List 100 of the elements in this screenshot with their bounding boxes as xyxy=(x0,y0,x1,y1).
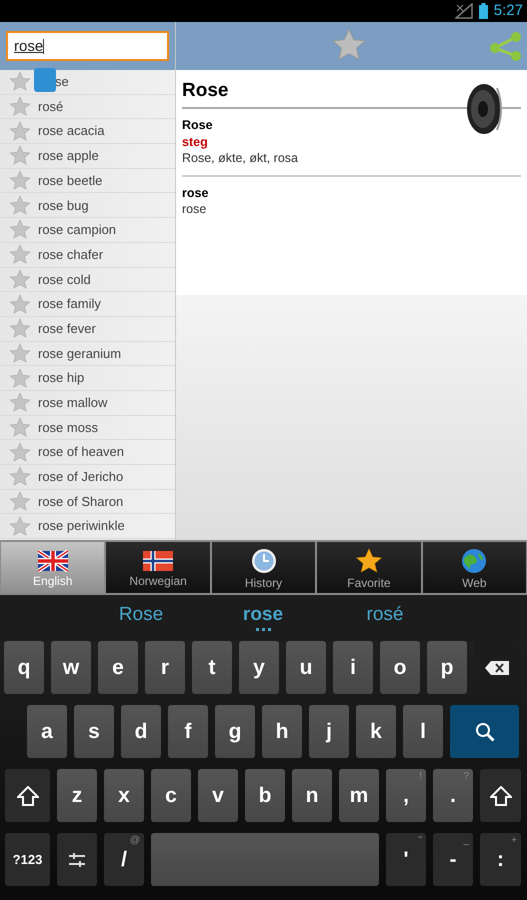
keyboard-key[interactable]: g xyxy=(215,705,255,758)
keyboard-key[interactable]: e xyxy=(98,641,138,694)
keyboard-key[interactable]: z xyxy=(57,769,97,822)
star-icon[interactable] xyxy=(9,170,31,192)
word-list-item[interactable]: rose campion xyxy=(0,218,175,243)
part-of-speech: steg xyxy=(182,134,209,150)
shift-key[interactable] xyxy=(5,769,50,822)
tab[interactable]: Web xyxy=(422,542,526,593)
keyboard-key[interactable]: n xyxy=(292,769,332,822)
word-list-item[interactable]: rose fever xyxy=(0,316,175,342)
star-icon[interactable] xyxy=(9,219,31,240)
backspace-icon xyxy=(485,660,509,674)
norway-flag-icon xyxy=(143,550,174,572)
keyboard-key[interactable]: d xyxy=(121,705,161,758)
word-list-item[interactable]: rose of Sharon xyxy=(0,490,175,514)
keyboard-key[interactable]: b xyxy=(245,769,285,822)
word-list-item[interactable]: rose hip xyxy=(0,366,175,391)
keyboard-key[interactable]: p xyxy=(427,641,467,694)
settings-key[interactable] xyxy=(57,833,97,886)
star-icon[interactable] xyxy=(9,416,31,438)
word-list-item[interactable]: rose chafer xyxy=(0,242,175,268)
signal-icon xyxy=(454,3,473,19)
keyboard-key[interactable]: k xyxy=(356,705,396,758)
keyboard-key[interactable]: j xyxy=(309,705,349,758)
tab[interactable]: Norwegian xyxy=(106,542,210,593)
star-icon[interactable] xyxy=(9,194,31,216)
word-list-item[interactable]: rose bug xyxy=(0,193,175,218)
word-list-item[interactable]: rose cold xyxy=(0,268,175,292)
star-icon[interactable] xyxy=(9,442,31,463)
keyboard-key[interactable]: c xyxy=(151,769,191,822)
word-list-item[interactable]: rose apple xyxy=(0,144,175,169)
keyboard-key[interactable]: , ! xyxy=(386,769,426,822)
word-list-item[interactable]: rose family xyxy=(0,292,175,317)
translation: rose xyxy=(182,201,208,218)
keyboard-key[interactable]: i xyxy=(333,641,373,694)
key-hint: @ xyxy=(130,835,140,847)
keyboard-key[interactable]: l xyxy=(403,705,443,758)
star-icon[interactable] xyxy=(9,244,31,266)
translation: Rose, økte, økt, rosa xyxy=(182,150,300,166)
star-icon[interactable] xyxy=(331,28,367,62)
star-icon[interactable] xyxy=(9,342,31,364)
keyboard-key[interactable]: r xyxy=(145,641,185,694)
headword: Rose xyxy=(182,117,214,134)
star-icon[interactable] xyxy=(9,392,31,414)
keyboard-key[interactable]: h xyxy=(262,705,302,758)
keyboard-key[interactable]: / @ xyxy=(104,833,144,886)
star-icon[interactable] xyxy=(9,71,31,92)
star-icon xyxy=(354,548,383,574)
suggestion[interactable]: rose xyxy=(202,604,324,632)
star-icon[interactable] xyxy=(9,491,31,512)
star-icon[interactable] xyxy=(9,516,31,537)
keyboard-key[interactable]: v xyxy=(198,769,238,822)
space-bar[interactable] xyxy=(151,833,379,886)
word-list-item[interactable]: rose of heaven xyxy=(0,440,175,465)
keyboard-key[interactable]: : + xyxy=(480,833,521,886)
word-list-item[interactable]: rose geranium xyxy=(0,342,175,366)
word-list-item[interactable]: rose beetle xyxy=(0,168,175,194)
word-list-item[interactable]: rose of Jericho xyxy=(0,465,175,490)
keyboard-key[interactable]: o xyxy=(380,641,420,694)
star-icon[interactable] xyxy=(9,318,31,340)
keyboard-key[interactable]: u xyxy=(286,641,326,694)
keyboard-key[interactable]: - _ xyxy=(433,833,473,886)
suggestion[interactable]: rosé xyxy=(324,604,446,632)
key-hint: + xyxy=(511,835,517,847)
star-icon[interactable] xyxy=(9,120,31,142)
text-cursor-handle[interactable] xyxy=(34,68,56,92)
keyboard-key[interactable]: . ? xyxy=(433,769,473,822)
keyboard-key[interactable]: a xyxy=(27,705,67,758)
keyboard-key[interactable]: t xyxy=(192,641,232,694)
keyboard-key[interactable]: y xyxy=(239,641,279,694)
keyboard-key[interactable]: m xyxy=(339,769,379,822)
word-list-item[interactable]: rose acacia xyxy=(0,119,175,144)
key-hint: " xyxy=(418,835,422,847)
keyboard-key[interactable]: ' " xyxy=(386,833,426,886)
star-icon[interactable] xyxy=(9,368,31,389)
keyboard-key[interactable]: s xyxy=(74,705,114,758)
tab[interactable]: History xyxy=(212,542,316,593)
shift-icon xyxy=(16,786,38,806)
star-icon[interactable] xyxy=(9,466,31,488)
share-icon[interactable] xyxy=(489,31,523,61)
suggestion[interactable]: Rose xyxy=(80,604,202,632)
tab[interactable]: Favorite xyxy=(317,542,421,593)
keyboard-key[interactable]: w xyxy=(51,641,91,694)
star-icon[interactable] xyxy=(9,294,31,315)
search-field[interactable]: rose xyxy=(6,31,169,61)
star-icon[interactable] xyxy=(9,96,31,118)
shift-key[interactable] xyxy=(480,769,521,822)
symbols-key[interactable]: ?123 xyxy=(5,833,50,886)
keyboard-key[interactable]: f xyxy=(168,705,208,758)
keyboard-key[interactable]: x xyxy=(104,769,144,822)
word-list-item[interactable]: rose moss xyxy=(0,416,175,440)
star-icon[interactable] xyxy=(9,268,31,290)
word-list-item[interactable]: rose periwinkle xyxy=(0,514,175,540)
word-list-item[interactable]: rosé xyxy=(0,94,175,120)
keyboard-key[interactable]: q xyxy=(4,641,44,694)
search-key[interactable] xyxy=(450,705,519,758)
star-icon[interactable] xyxy=(9,145,31,166)
word-list-item[interactable]: rose mallow xyxy=(0,390,175,416)
key-hint: _ xyxy=(463,835,469,847)
globe-icon xyxy=(461,548,488,574)
